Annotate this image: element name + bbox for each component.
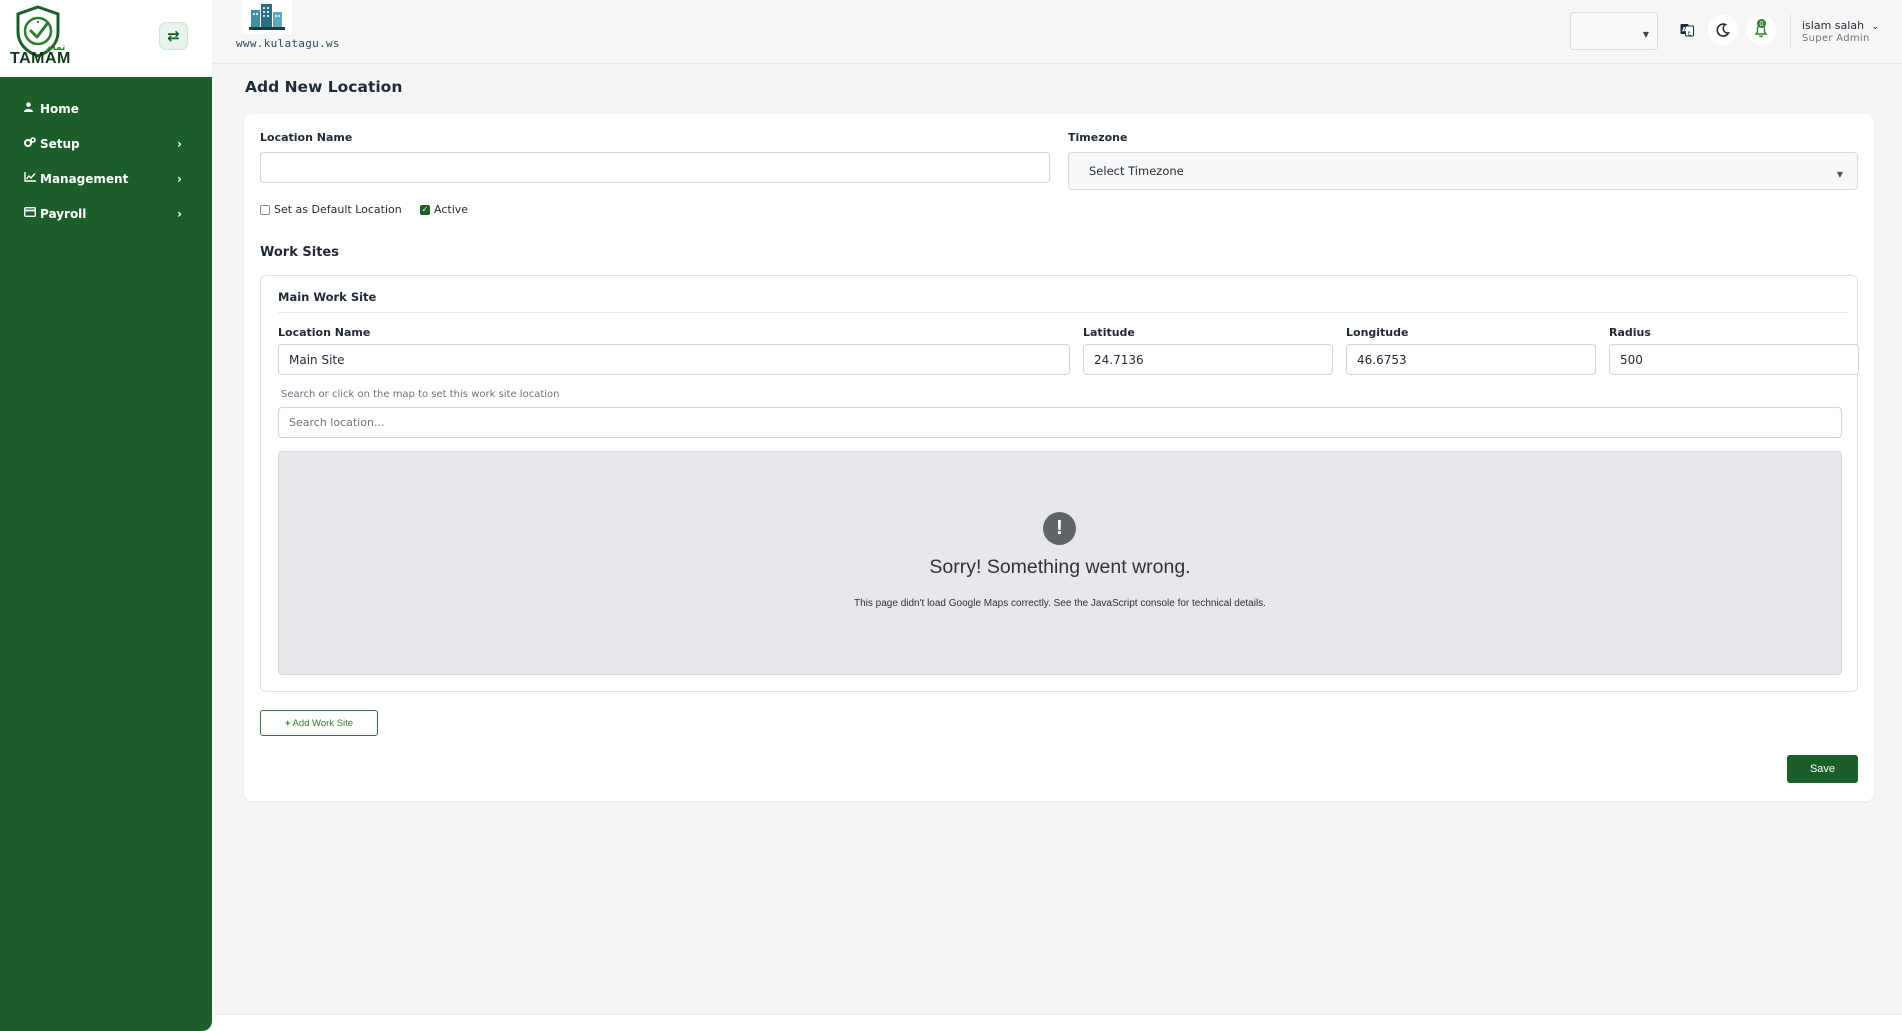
work-site-title: Main Work Site [278,290,377,304]
site-name-input[interactable]: Main Site [278,344,1070,375]
latitude-input[interactable]: 24.7136 [1083,344,1333,375]
sidebar-item-label: Setup [40,136,80,151]
save-button[interactable]: Save [1787,755,1858,783]
default-location-label: Set as Default Location [274,203,402,216]
gears-icon [24,137,37,150]
location-name-label: Location Name [260,131,353,144]
add-work-site-button[interactable]: + Add Work Site [260,710,378,736]
map-error-message: This page didn't load Google Maps correc… [854,598,1266,609]
page-title: Add New Location [245,78,403,96]
sidebar-item-payroll[interactable]: Payroll › [0,196,212,231]
credit-card-icon [23,206,37,220]
company-url: www.kulatagu.ws [236,37,340,50]
translate-icon: A ع [1680,24,1694,37]
radius-label: Radius [1609,326,1651,339]
chevron-right-icon: › [177,136,182,151]
plus-icon: + [284,717,291,729]
radius-input[interactable]: 500 [1609,344,1859,375]
add-work-site-label: Add Work Site [292,717,354,729]
notifications-button[interactable]: 0 [1746,15,1776,45]
user-icon [24,102,37,115]
chevron-right-icon: › [177,171,182,186]
site-name-label: Location Name [278,326,371,339]
map-search-hint: Search or click on the map to set this w… [281,389,560,400]
language-select[interactable]: ▼ [1570,12,1658,50]
location-search-input[interactable]: Search location... [278,407,1842,438]
active-label: Active [434,203,469,216]
sidebar-item-home[interactable]: Home [0,91,212,126]
location-name-input[interactable] [260,152,1050,183]
default-location-checkbox-row[interactable]: Set as Default Location [260,203,402,216]
header-divider [1790,14,1791,48]
longitude-label: Longitude [1346,326,1409,339]
chevron-right-icon: › [177,206,182,221]
dark-mode-toggle[interactable] [1708,15,1738,45]
default-location-checkbox[interactable] [260,204,270,215]
sidebar-item-management[interactable]: Management › [0,161,212,196]
top-header: www.kulatagu.ws ▼ A ع 0 islam salah ⌄ Su… [212,0,1902,64]
error-icon: ! [1043,512,1076,545]
latitude-label: Latitude [1083,326,1135,339]
timezone-select-value: Select Timezone [1089,164,1184,178]
svg-text:A: A [1682,27,1687,34]
building-icon [249,4,285,30]
sidebar-item-label: Payroll [40,206,87,221]
timezone-label: Timezone [1068,131,1128,144]
sidebar-item-label: Home [40,101,79,116]
add-location-form-card: Location Name Timezone Select Timezone ▼… [244,114,1874,801]
svg-text:ع: ع [1688,29,1692,36]
user-role: Super Admin [1802,33,1870,44]
longitude-input[interactable]: 46.6753 [1346,344,1596,375]
sidebar-toggle-button[interactable]: ⇄ [159,22,188,50]
logo-text: TAMAM [10,50,71,67]
sidebar-item-label: Management [40,171,129,186]
caret-down-icon: ▼ [1836,170,1843,179]
active-checkbox[interactable]: ✓ [420,204,430,215]
line-chart-icon [24,172,37,185]
work-site-card: Main Work Site Location Name Main Site L… [260,275,1859,692]
sidebar-item-setup[interactable]: Setup › [0,126,212,161]
user-menu-toggle[interactable]: islam salah ⌄ [1802,19,1879,32]
company-logo [242,0,292,34]
sidebar-brand: تمام TAMAM ⇄ [0,0,212,77]
sidebar-nav: Home Setup › Management › Payroll › [0,91,212,231]
caret-down-icon: ▼ [1642,30,1649,39]
sidebar: تمام TAMAM ⇄ Home Setup › Management › P… [0,0,212,1031]
notification-count-badge: 0 [1757,19,1766,28]
map-error-title: Sorry! Something went wrong. [929,556,1191,578]
work-sites-title: Work Sites [260,245,339,260]
page-footer [212,1014,1902,1031]
swap-arrows-icon: ⇄ [167,27,180,45]
work-site-divider [278,312,1847,313]
chevron-down-icon: ⌄ [1871,22,1880,32]
user-name: islam salah [1802,19,1865,32]
map-container[interactable]: ! Sorry! Something went wrong. This page… [278,451,1842,675]
translate-button[interactable]: A ع [1672,15,1702,45]
timezone-select[interactable]: Select Timezone ▼ [1068,152,1858,190]
moon-icon [1716,23,1730,37]
active-checkbox-row[interactable]: ✓ Active [420,203,468,216]
